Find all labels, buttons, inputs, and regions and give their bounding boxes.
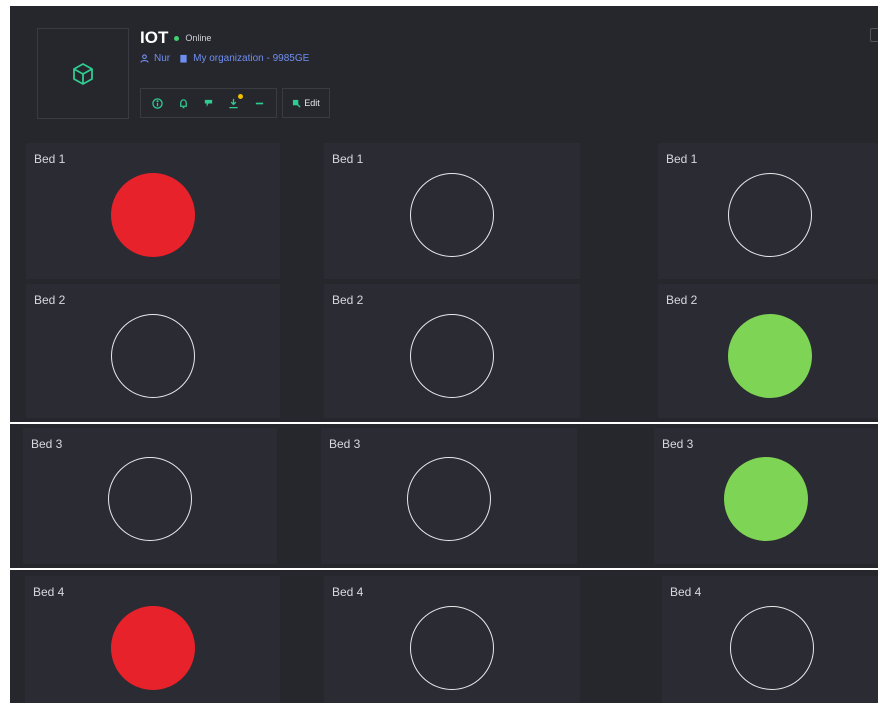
device-avatar <box>37 28 129 119</box>
bed-label: Bed 2 <box>34 293 66 307</box>
device-title: IOT Online <box>140 28 211 48</box>
bell-icon <box>179 98 187 108</box>
row-divider <box>10 568 878 570</box>
bed-card[interactable]: Bed 4 <box>662 576 878 703</box>
bed-card[interactable]: Bed 2 <box>324 284 580 418</box>
bed-status-indicator <box>108 457 192 541</box>
info-button[interactable] <box>149 94 167 112</box>
edit-label: Edit <box>304 98 320 108</box>
bed-status-indicator <box>728 314 812 398</box>
bed-status-indicator <box>111 173 195 257</box>
bed-label: Bed 4 <box>33 585 65 599</box>
bed-card[interactable]: Bed 2 <box>658 284 878 418</box>
bed-label: Bed 1 <box>666 152 698 166</box>
bed-status-indicator <box>730 606 814 690</box>
edit-icon <box>293 99 301 108</box>
bed-label: Bed 1 <box>332 152 364 166</box>
device-meta: Nur My organization - 9985GE <box>140 53 309 64</box>
bed-status-indicator <box>410 173 494 257</box>
info-icon <box>152 97 163 109</box>
bed-status-indicator <box>724 457 808 541</box>
device-user[interactable]: Nur <box>154 53 170 64</box>
bed-status-indicator <box>728 173 812 257</box>
bed-card[interactable]: Bed 3 <box>321 428 577 564</box>
bed-status-indicator <box>410 314 494 398</box>
bed-label: Bed 2 <box>666 293 698 307</box>
notification-dot <box>237 94 243 99</box>
edit-button[interactable]: Edit <box>282 88 330 118</box>
alarms-button[interactable] <box>174 94 192 112</box>
map-pin-icon <box>204 99 213 107</box>
bed-card[interactable]: Bed 4 <box>324 576 580 703</box>
bed-status-indicator <box>110 606 195 690</box>
row-divider <box>10 422 878 424</box>
bed-label: Bed 3 <box>329 437 361 451</box>
bed-label: Bed 4 <box>670 585 702 599</box>
bed-label: Bed 2 <box>332 293 364 307</box>
bed-card[interactable]: Bed 1 <box>658 143 878 279</box>
user-icon <box>140 54 149 63</box>
bed-status-indicator <box>407 457 491 541</box>
download-button[interactable] <box>225 94 243 112</box>
close-icon[interactable] <box>870 28 878 42</box>
bed-card[interactable]: Bed 3 <box>654 428 878 564</box>
device-toolbar <box>140 88 277 118</box>
device-status: Online <box>185 33 212 43</box>
bed-label: Bed 3 <box>662 437 694 451</box>
download-icon <box>229 98 238 108</box>
bed-card[interactable]: Bed 4 <box>25 576 280 703</box>
bed-card[interactable]: Bed 2 <box>26 284 280 418</box>
bed-label: Bed 3 <box>31 437 63 451</box>
cube-icon <box>73 62 93 85</box>
minus-icon <box>255 102 263 104</box>
more-button[interactable] <box>250 94 268 112</box>
device-organization[interactable]: My organization - 9985GE <box>193 53 309 64</box>
device-name: IOT <box>140 28 169 47</box>
bed-card[interactable]: Bed 3 <box>23 428 277 564</box>
status-dot <box>174 35 180 41</box>
dashboard: IOT Online Nur My organization - 9985GE <box>10 6 878 703</box>
location-button[interactable] <box>199 94 217 112</box>
bed-card[interactable]: Bed 1 <box>324 143 580 279</box>
bed-status-indicator <box>111 314 195 398</box>
building-icon <box>180 54 187 63</box>
bed-status-indicator <box>410 606 494 690</box>
bed-label: Bed 4 <box>332 585 364 599</box>
bed-card[interactable]: Bed 1 <box>26 143 280 279</box>
bed-label: Bed 1 <box>34 152 66 166</box>
